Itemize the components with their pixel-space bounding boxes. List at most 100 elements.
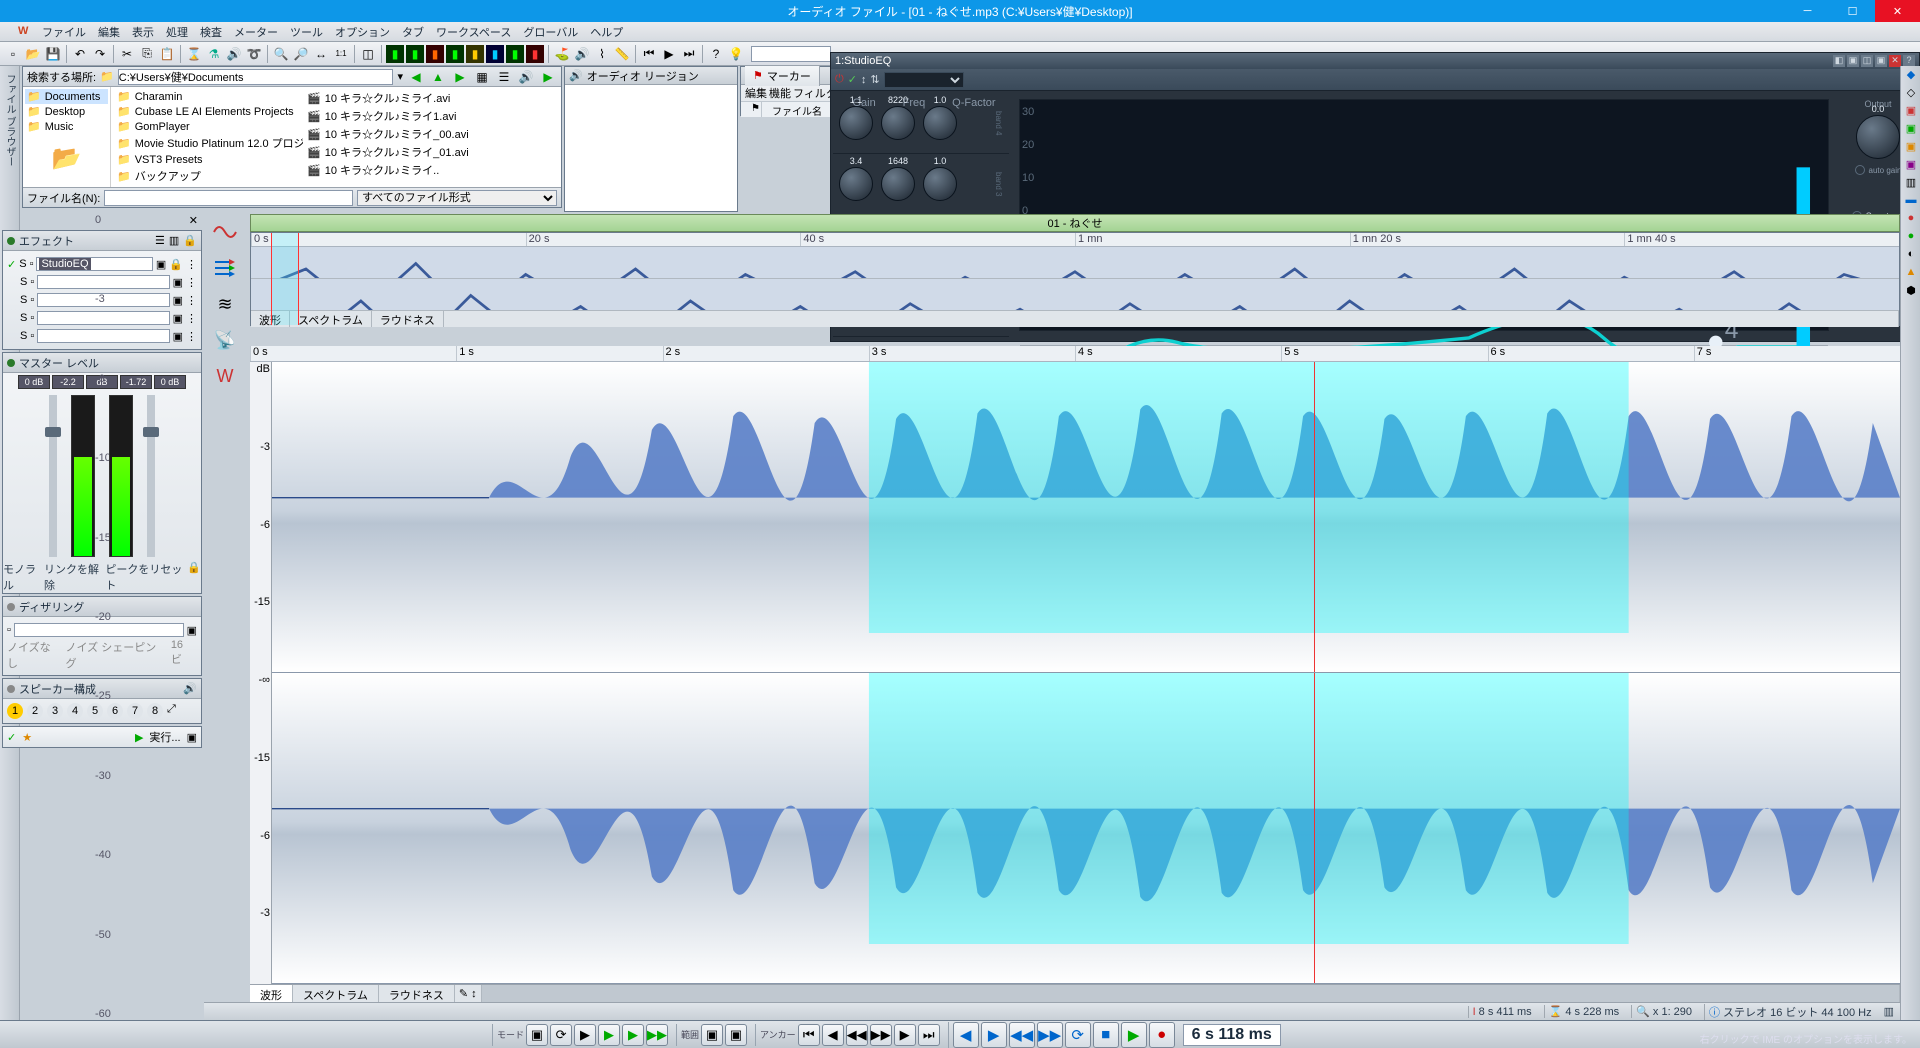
path-input[interactable]	[118, 69, 394, 85]
output-gain-knob[interactable]: 0.0	[1856, 115, 1900, 159]
file-item[interactable]: バックアップ	[113, 167, 303, 185]
menu-file[interactable]: ファイル	[36, 22, 92, 42]
re-icon[interactable]: ▣	[1903, 104, 1919, 120]
hourglass-icon[interactable]: ⌛	[185, 45, 203, 63]
zoom-in-icon[interactable]: 🔍	[272, 45, 290, 63]
eq-check-icon[interactable]: ✓	[848, 73, 857, 86]
fader-left[interactable]	[49, 395, 57, 557]
help-icon[interactable]: ?	[707, 45, 725, 63]
marker-icon[interactable]: ⛳	[553, 45, 571, 63]
folder-item[interactable]: Documents	[25, 89, 108, 104]
star-icon[interactable]: ★	[22, 731, 32, 744]
solo-button[interactable]: S	[20, 330, 27, 342]
play-main-button[interactable]: ▶	[1121, 1022, 1147, 1048]
q-knob[interactable]: 1.0	[923, 167, 957, 201]
file-item[interactable]: 🎬10 キラ☆クル♪ミライ_01.avi	[303, 143, 493, 161]
file-item[interactable]: VST3 Presets	[113, 152, 303, 167]
paste-icon[interactable]: 📋	[158, 45, 176, 63]
wave-canvas[interactable]	[272, 362, 1900, 984]
edit-icon[interactable]: ▣	[173, 294, 183, 307]
open-icon[interactable]: 📂	[24, 45, 42, 63]
eq-btn2[interactable]: ▣	[1847, 55, 1859, 67]
edit-icon[interactable]: ▣	[173, 276, 183, 289]
grip-icon[interactable]: ⋮	[186, 258, 197, 271]
menu-options[interactable]: オプション	[329, 22, 396, 42]
panel-opt-icon[interactable]: ▥	[169, 234, 179, 247]
speaker-4[interactable]: 4	[67, 703, 83, 719]
lock-icon[interactable]: 🔒	[187, 561, 201, 593]
app-icon[interactable]: ≋	[211, 290, 239, 318]
speaker-6[interactable]: 6	[107, 703, 123, 719]
anchor-btn[interactable]: ▶	[894, 1024, 916, 1046]
dropdown-icon[interactable]: ▾	[397, 70, 403, 83]
zoom-out-icon[interactable]: 🔎	[292, 45, 310, 63]
q-knob[interactable]: 1.0	[923, 106, 957, 140]
speaker-icon[interactable]: 🔊	[517, 68, 535, 86]
autogain-toggle[interactable]	[1855, 165, 1865, 175]
play-icon[interactable]: ▶	[539, 68, 557, 86]
speaker-2[interactable]: 2	[27, 703, 43, 719]
mode-btn[interactable]: ▶▶	[646, 1024, 668, 1046]
zoom-fit-icon[interactable]: ↔	[312, 45, 330, 63]
file-item[interactable]: Movie Studio Platinum 12.0 プロジェクト	[113, 134, 303, 152]
panel-lock-icon[interactable]: 🔒	[183, 234, 197, 247]
re-icon[interactable]: ▬	[1903, 194, 1919, 210]
select-icon[interactable]: ◫	[359, 45, 377, 63]
minimize-button[interactable]: ─	[1785, 0, 1830, 22]
up-icon[interactable]: ▲	[429, 68, 447, 86]
play-icon[interactable]: ▶	[660, 45, 678, 63]
edit-icon[interactable]: ▣	[156, 258, 166, 271]
loop-icon[interactable]: ➰	[245, 45, 263, 63]
file-item[interactable]: 🎬10 キラ☆クル♪ミライ_00.avi	[303, 125, 493, 143]
mode-btn[interactable]: ⟳	[550, 1024, 572, 1046]
cut-icon[interactable]: ✂	[118, 45, 136, 63]
stop-button[interactable]: ■	[1093, 1022, 1119, 1048]
speaker-3[interactable]: 3	[47, 703, 63, 719]
wavelab-icon[interactable]	[211, 218, 239, 246]
transport-time[interactable]: 6 s 118 ms	[1183, 1024, 1281, 1046]
menu-edit[interactable]: 編集	[92, 22, 126, 42]
list-icon[interactable]: ☰	[495, 68, 513, 86]
gain-knob[interactable]: 1.1	[839, 106, 873, 140]
re-icon[interactable]: ▣	[1903, 122, 1919, 138]
prev-icon[interactable]: ⏮	[640, 45, 658, 63]
fader-right[interactable]	[147, 395, 155, 557]
eq-titlebar[interactable]: 1:StudioEQ ◧ ▣ ◫ ▣ ✕ ?	[831, 53, 1919, 69]
anchor-btn[interactable]: ◀	[822, 1024, 844, 1046]
speaker2-icon[interactable]: 🔊	[573, 45, 591, 63]
anchor-btn[interactable]: ⏭	[918, 1024, 940, 1046]
re-icon[interactable]: ▥	[1903, 176, 1919, 192]
re-icon[interactable]: ▣	[1903, 158, 1919, 174]
range-btn[interactable]: ▣	[725, 1024, 747, 1046]
solo-button[interactable]: S	[20, 312, 27, 324]
solo-button[interactable]: S	[19, 258, 26, 270]
tab-marker[interactable]: ⚑マーカー	[745, 66, 820, 86]
file-item[interactable]: 🎬10 キラ☆クル♪ミライ1.avi	[303, 107, 493, 125]
copy-icon[interactable]: ⎘	[138, 45, 156, 63]
rss-icon[interactable]: 📡	[211, 326, 239, 354]
tab-spectrum[interactable]: スペクトラム	[293, 985, 379, 1002]
warn-icon[interactable]: 💡	[727, 45, 745, 63]
back-icon[interactable]: ◀	[407, 68, 425, 86]
folder-item[interactable]: Music	[25, 119, 108, 134]
re-icon[interactable]: ●	[1903, 230, 1919, 246]
re-icon[interactable]: ◆	[1903, 68, 1919, 84]
spectrum1-icon[interactable]: ▮	[386, 45, 404, 63]
grid-icon[interactable]: ▦	[473, 68, 491, 86]
mode-btn[interactable]: ▶	[598, 1024, 620, 1046]
edit-icon[interactable]: ▣	[187, 624, 197, 637]
file-item[interactable]: 🎬10 キラ☆クル♪ミライ..	[303, 161, 493, 179]
eq-btn3[interactable]: ◫	[1861, 55, 1873, 67]
marker-menu-edit[interactable]: 編集	[745, 85, 767, 101]
menu-global[interactable]: グローバル	[517, 22, 584, 42]
eq-link2-icon[interactable]: ⇅	[870, 73, 879, 86]
anchor-btn[interactable]: ◀◀	[846, 1024, 868, 1046]
solo-button[interactable]: S	[20, 276, 27, 288]
menu-meter[interactable]: メーター	[228, 22, 284, 42]
freq-knob[interactable]: 8220	[881, 106, 915, 140]
lock-icon[interactable]: 🔒	[169, 258, 183, 271]
eq-btn1[interactable]: ◧	[1833, 55, 1845, 67]
anchor-btn[interactable]: ⏮	[798, 1024, 820, 1046]
re-icon[interactable]: ◐	[1903, 248, 1919, 264]
loop-button[interactable]: ⟳	[1065, 1022, 1091, 1048]
